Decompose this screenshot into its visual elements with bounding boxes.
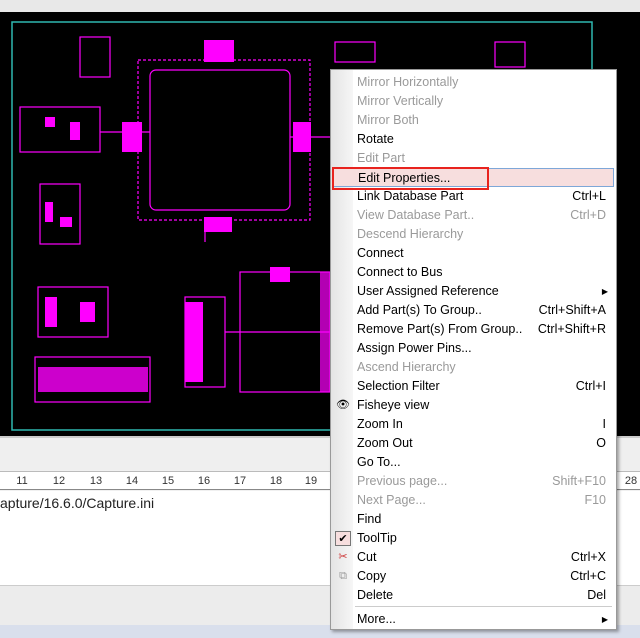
menu-item-shortcut: Ctrl+Shift+A bbox=[538, 303, 606, 317]
menu-item-selection-filter[interactable]: Selection Filter Ctrl+I bbox=[333, 377, 614, 396]
menu-item-label: Mirror Vertically bbox=[357, 94, 444, 108]
menu-item-descend-hierarchy[interactable]: Descend Hierarchy bbox=[333, 225, 614, 244]
scissors-icon: ✂ bbox=[338, 551, 348, 563]
log-line: apture/16.6.0/Capture.ini bbox=[0, 495, 155, 511]
menu-item-label: Zoom Out bbox=[357, 436, 413, 450]
ruler-tick: 18 bbox=[269, 475, 283, 487]
ruler-tick: 15 bbox=[161, 475, 175, 487]
menu-item-connect[interactable]: Connect bbox=[333, 244, 614, 263]
menu-item-delete[interactable]: Delete Del bbox=[333, 586, 614, 605]
menu-item-cut[interactable]: ✂ Cut Ctrl+X bbox=[333, 548, 614, 567]
menu-item-shortcut: Ctrl+L bbox=[572, 189, 606, 203]
ruler-tick: 11 bbox=[16, 475, 28, 487]
ruler-tick: 19 bbox=[304, 475, 318, 487]
menu-item-label: Mirror Horizontally bbox=[357, 75, 459, 89]
ruler-tick: 12 bbox=[52, 475, 66, 487]
menu-item-assign-power-pins[interactable]: Assign Power Pins... bbox=[333, 339, 614, 358]
menu-item-label: More... bbox=[357, 612, 396, 626]
menu-item-shortcut: I bbox=[602, 417, 606, 431]
menu-item-label: User Assigned Reference bbox=[357, 284, 499, 298]
menu-item-label: Rotate bbox=[357, 132, 394, 146]
menu-item-shortcut: Del bbox=[587, 588, 606, 602]
eye-icon: 👁 bbox=[336, 399, 350, 411]
ruler-tick: 13 bbox=[89, 475, 103, 487]
menu-item-previous-page[interactable]: Previous page... Shift+F10 bbox=[333, 472, 614, 491]
menu-item-view-database-part[interactable]: View Database Part.. Ctrl+D bbox=[333, 206, 614, 225]
menu-item-next-page[interactable]: Next Page... F10 bbox=[333, 491, 614, 510]
menu-item-shortcut: Ctrl+C bbox=[570, 569, 606, 583]
menu-item-label: Find bbox=[357, 512, 382, 526]
menu-item-mirror-horizontally[interactable]: Mirror Horizontally bbox=[333, 73, 614, 92]
menu-item-label: Cut bbox=[357, 550, 377, 564]
submenu-arrow-icon: ▶ bbox=[601, 615, 608, 624]
menu-item-label: ToolTip bbox=[357, 531, 397, 545]
context-menu: Mirror Horizontally Mirror Vertically Mirr… bbox=[330, 69, 617, 630]
ruler-tick: 14 bbox=[125, 475, 139, 487]
menu-item-label: Mirror Both bbox=[357, 113, 419, 127]
menu-item-label: Previous page... bbox=[357, 474, 448, 488]
menu-separator bbox=[355, 606, 612, 607]
menu-item-find[interactable]: Find bbox=[333, 510, 614, 529]
menu-item-tooltip[interactable]: ✔ ToolTip bbox=[333, 529, 614, 548]
menu-item-label: Add Part(s) To Group.. bbox=[357, 303, 482, 317]
menu-item-user-assigned-reference[interactable]: User Assigned Reference ▶ bbox=[333, 282, 614, 301]
title-strip bbox=[0, 0, 640, 12]
menu-item-fisheye-view[interactable]: 👁 Fisheye view bbox=[333, 396, 614, 415]
menu-item-rotate[interactable]: Rotate bbox=[333, 130, 614, 149]
menu-item-shortcut: O bbox=[596, 436, 606, 450]
menu-item-label: Zoom In bbox=[357, 417, 403, 431]
menu-item-go-to[interactable]: Go To... bbox=[333, 453, 614, 472]
menu-item-shortcut: F10 bbox=[584, 493, 606, 507]
menu-item-zoom-in[interactable]: Zoom In I bbox=[333, 415, 614, 434]
menu-item-shortcut: Ctrl+X bbox=[570, 550, 606, 564]
menu-item-label: Ascend Hierarchy bbox=[357, 360, 456, 374]
menu-item-label: Next Page... bbox=[357, 493, 426, 507]
highlight-box bbox=[332, 167, 489, 190]
menu-item-edit-part[interactable]: Edit Part bbox=[333, 149, 614, 168]
menu-item-copy[interactable]: ⧉ Copy Ctrl+C bbox=[333, 567, 614, 586]
menu-item-zoom-out[interactable]: Zoom Out O bbox=[333, 434, 614, 453]
menu-item-connect-to-bus[interactable]: Connect to Bus bbox=[333, 263, 614, 282]
menu-item-shortcut: Shift+F10 bbox=[552, 474, 606, 488]
menu-item-label: Fisheye view bbox=[357, 398, 430, 412]
ruler-tick: 17 bbox=[233, 475, 247, 487]
menu-item-label: Assign Power Pins... bbox=[357, 341, 472, 355]
menu-item-label: View Database Part.. bbox=[357, 208, 475, 222]
menu-item-shortcut: Ctrl+I bbox=[575, 379, 606, 393]
menu-item-label: Delete bbox=[357, 588, 394, 602]
ruler-tick: 28 bbox=[624, 475, 638, 487]
menu-item-label: Copy bbox=[357, 569, 387, 583]
menu-item-label: Descend Hierarchy bbox=[357, 227, 464, 241]
menu-item-more[interactable]: More... ▶ bbox=[333, 610, 614, 629]
menu-item-ascend-hierarchy[interactable]: Ascend Hierarchy bbox=[333, 358, 614, 377]
menu-item-shortcut: Ctrl+D bbox=[570, 208, 606, 222]
menu-item-mirror-vertically[interactable]: Mirror Vertically bbox=[333, 92, 614, 111]
menu-item-label: Selection Filter bbox=[357, 379, 440, 393]
menu-item-label: Edit Part bbox=[357, 151, 405, 165]
menu-item-shortcut: Ctrl+Shift+R bbox=[537, 322, 606, 336]
checkmark-icon: ✔ bbox=[335, 531, 351, 546]
menu-item-label: Connect to Bus bbox=[357, 265, 443, 279]
menu-item-add-part-s-to-group[interactable]: Add Part(s) To Group.. Ctrl+Shift+A bbox=[333, 301, 614, 320]
ruler-tick: 16 bbox=[197, 475, 211, 487]
menu-item-label: Remove Part(s) From Group.. bbox=[357, 322, 523, 336]
menu-item-remove-part-s-from-group[interactable]: Remove Part(s) From Group.. Ctrl+Shift+R bbox=[333, 320, 614, 339]
menu-item-label: Connect bbox=[357, 246, 404, 260]
copy-icon: ⧉ bbox=[339, 570, 347, 582]
submenu-arrow-icon: ▶ bbox=[601, 287, 608, 296]
menu-item-mirror-both[interactable]: Mirror Both bbox=[333, 111, 614, 130]
menu-item-label: Go To... bbox=[357, 455, 401, 469]
